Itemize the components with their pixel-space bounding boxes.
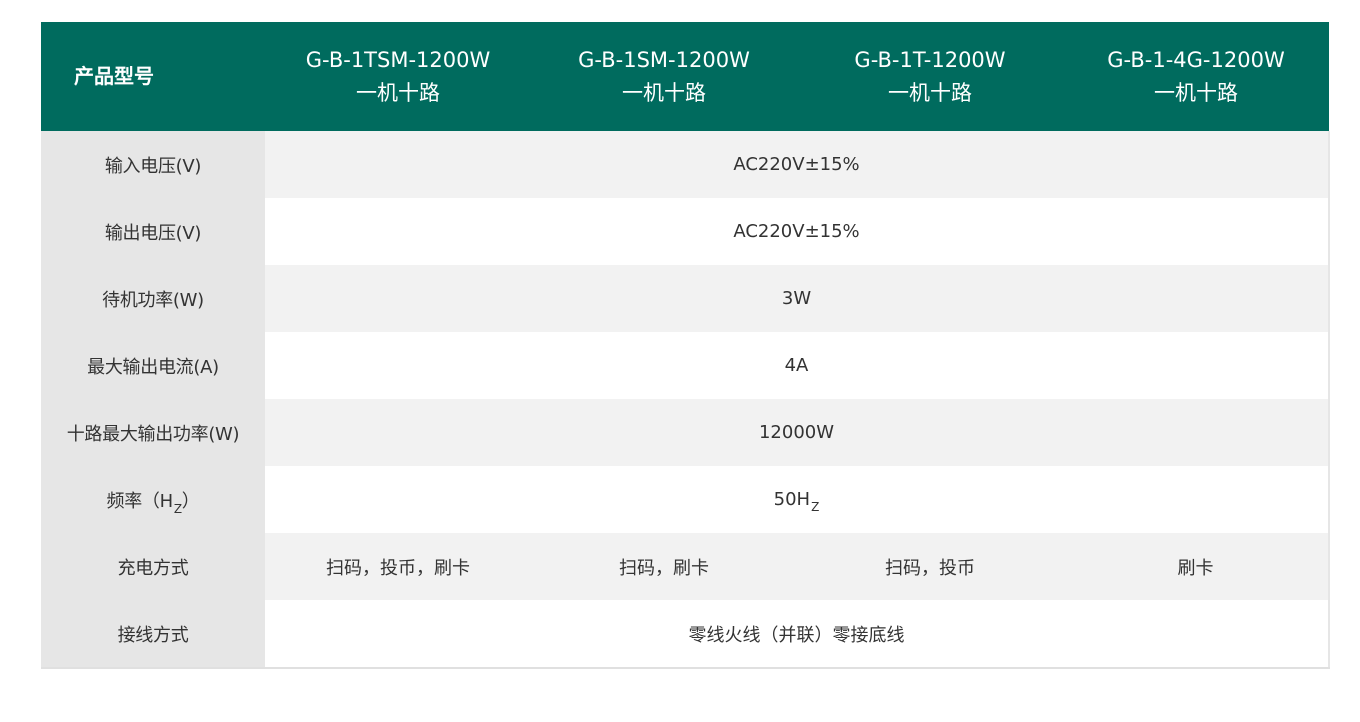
row-standby-power: 待机功率(W) 3W xyxy=(41,265,1330,332)
row-output-voltage: 输出电压(V) AC220V±15% xyxy=(41,198,1330,265)
row-value: AC220V±15% xyxy=(265,131,1330,198)
model-subtitle: 一机十路 xyxy=(356,80,440,105)
row-wiring-method: 接线方式 零线火线（并联）零接底线 xyxy=(41,600,1330,669)
model-name: G-B-1SM-1200W xyxy=(578,47,750,72)
row-max-output-current: 最大输出电流(A) 4A xyxy=(41,332,1330,399)
model-subtitle: 一机十路 xyxy=(1154,80,1238,105)
row-value: AC220V±15% xyxy=(265,198,1330,265)
table-header-row: 产品型号 G-B-1TSM-1200W 一机十路 G-B-1SM-1200W 一… xyxy=(41,22,1329,131)
header-model-2: G-B-1SM-1200W 一机十路 xyxy=(531,22,797,131)
row-input-voltage: 输入电压(V) AC220V±15% xyxy=(41,131,1330,198)
row-label: 待机功率(W) xyxy=(41,265,265,332)
value-subscript: Z xyxy=(811,500,820,514)
row-label: 频率（HZ） xyxy=(41,466,265,533)
product-spec-table: 产品型号 G-B-1TSM-1200W 一机十路 G-B-1SM-1200W 一… xyxy=(41,22,1330,669)
model-name: G-B-1TSM-1200W xyxy=(305,47,491,72)
row-value-model-1: 扫码，投币，刷卡 xyxy=(265,533,531,600)
row-label: 十路最大输出功率(W) xyxy=(41,399,265,466)
header-model-3: G-B-1T-1200W 一机十路 xyxy=(797,22,1063,131)
header-model-4: G-B-1-4G-1200W 一机十路 xyxy=(1063,22,1329,131)
row-label: 最大输出电流(A) xyxy=(41,332,265,399)
row-value: 3W xyxy=(265,265,1330,332)
row-value-model-4: 刷卡 xyxy=(1063,533,1330,600)
model-name: G-B-1-4G-1200W xyxy=(1107,47,1285,72)
row-value: 零线火线（并联）零接底线 xyxy=(265,600,1330,669)
label-subscript: Z xyxy=(173,501,182,516)
row-label: 输出电压(V) xyxy=(41,198,265,265)
header-label: 产品型号 xyxy=(41,22,265,131)
row-label: 充电方式 xyxy=(41,533,265,600)
model-subtitle: 一机十路 xyxy=(888,80,972,105)
row-value: 12000W xyxy=(265,399,1330,466)
row-charging-method: 充电方式 扫码，投币，刷卡 扫码，刷卡 扫码，投币 刷卡 xyxy=(41,533,1330,600)
value-prefix: 50H xyxy=(773,489,811,510)
row-value: 50HZ xyxy=(265,466,1330,533)
row-value-model-3: 扫码，投币 xyxy=(797,533,1063,600)
header-model-1: G-B-1TSM-1200W 一机十路 xyxy=(265,22,531,131)
row-label: 输入电压(V) xyxy=(41,131,265,198)
row-ten-way-max-power: 十路最大输出功率(W) 12000W xyxy=(41,399,1330,466)
row-value-model-2: 扫码，刷卡 xyxy=(531,533,797,600)
row-value: 4A xyxy=(265,332,1330,399)
model-name: G-B-1T-1200W xyxy=(854,47,1006,72)
label-prefix: 频率（H xyxy=(106,490,174,512)
row-frequency: 频率（HZ） 50HZ xyxy=(41,466,1330,533)
label-suffix: ） xyxy=(181,490,200,512)
model-subtitle: 一机十路 xyxy=(622,80,706,105)
row-label: 接线方式 xyxy=(41,600,265,669)
